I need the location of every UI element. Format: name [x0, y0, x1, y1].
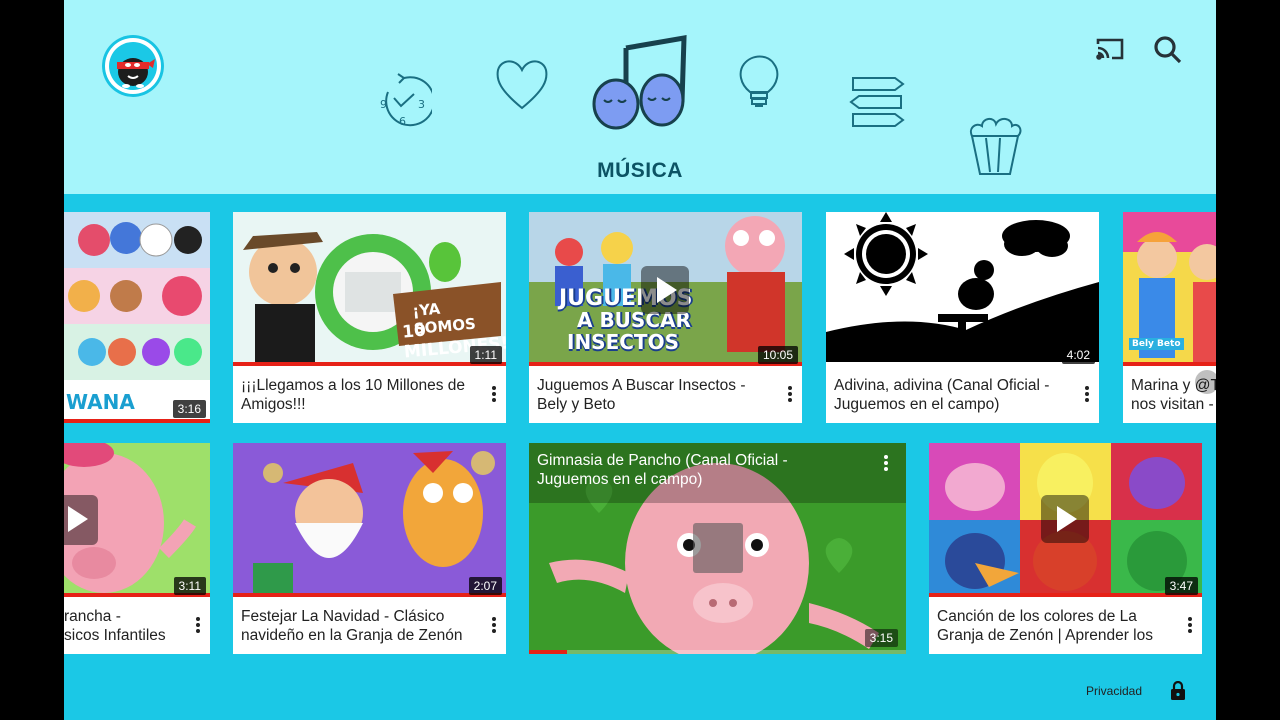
lightbulb-icon[interactable]	[736, 54, 782, 112]
more-options-icon[interactable]	[1085, 386, 1089, 402]
video-title[interactable]: Gimnasia de Pancho (Canal Oficial - Jugu…	[537, 451, 857, 489]
svg-text:3: 3	[418, 98, 425, 111]
more-options-icon[interactable]	[1188, 617, 1192, 633]
video-thumbnail: WANA 3:16	[64, 212, 210, 423]
video-title[interactable]: ¡¡¡Llegamos a los 10 Millones de Amigos!…	[241, 376, 479, 414]
video-thumbnail: 4:02	[826, 212, 1099, 366]
video-thumbnail: 3:47	[929, 443, 1202, 597]
video-duration: 3:47	[1164, 577, 1198, 595]
video-title[interactable]: rancha - sicos Infantiles	[64, 607, 194, 645]
music-notes-icon[interactable]	[592, 34, 690, 132]
thumbnail-text: INSECTOS	[567, 330, 679, 354]
video-card[interactable]: 3:47 Canción de los colores de La Granja…	[929, 443, 1202, 654]
more-options-icon[interactable]	[196, 617, 200, 633]
cast-icon[interactable]	[1094, 36, 1126, 62]
video-title[interactable]: Adivina, adivina (Canal Oficial - Juguem…	[834, 376, 1072, 414]
privacy-link[interactable]: Privacidad	[1086, 684, 1142, 698]
video-duration: 3:16	[172, 400, 206, 418]
video-thumbnail: JUGUEMOS A BUSCAR INSECTOS 10:05	[529, 212, 802, 366]
video-card[interactable]: 2:07 Festejar La Navidad - Clásico navid…	[233, 443, 506, 654]
play-icon[interactable]	[64, 495, 98, 545]
video-card[interactable]: 4:02 Adivina, adivina (Canal Oficial - J…	[826, 212, 1099, 423]
video-duration: 3:15	[864, 629, 898, 647]
video-thumbnail: 3:11	[64, 443, 210, 597]
more-options-icon[interactable]	[884, 455, 888, 473]
more-options-icon[interactable]	[788, 386, 792, 402]
scroll-indicator[interactable]	[1195, 370, 1216, 394]
profile-avatar[interactable]	[102, 35, 164, 97]
signpost-icon[interactable]	[849, 74, 905, 130]
video-duration: 3:11	[173, 577, 206, 595]
video-card[interactable]: Bely Beto Marina y @T nos visitan -	[1123, 212, 1216, 423]
video-title[interactable]: Juguemos A Buscar Insectos - Bely y Beto	[537, 376, 775, 414]
lock-icon[interactable]	[1170, 680, 1186, 701]
play-icon[interactable]	[641, 266, 689, 314]
svg-text:9: 9	[380, 98, 387, 111]
video-thumbnail: Bely Beto	[1123, 212, 1216, 366]
more-options-icon[interactable]	[492, 386, 496, 402]
play-icon[interactable]	[1041, 495, 1089, 543]
heart-icon[interactable]	[494, 56, 550, 112]
video-title[interactable]: Canción de los colores de La Granja de Z…	[937, 607, 1175, 645]
section-title: MÚSICA	[597, 159, 683, 182]
video-card[interactable]: 3:11 rancha - sicos Infantiles	[64, 443, 210, 654]
clock-icon[interactable]: 9 3 6	[374, 72, 436, 132]
channel-logo: Bely Beto	[1129, 338, 1184, 350]
video-duration: 2:07	[468, 577, 502, 595]
more-options-icon[interactable]	[492, 617, 496, 633]
video-card[interactable]: JUGUEMOS A BUSCAR INSECTOS 10:05 Juguemo…	[529, 212, 802, 423]
thumbnail-text: WANA	[66, 390, 135, 414]
video-thumbnail: ¡YA SOMOS 10 MILLONES! 1:11	[233, 212, 506, 366]
header: 9 3 6 MÚSICA	[64, 0, 1216, 194]
svg-text:6: 6	[399, 115, 406, 128]
search-icon[interactable]	[1152, 34, 1184, 66]
video-duration: 1:11	[469, 346, 502, 364]
video-title[interactable]: Festejar La Navidad - Clásico navideño e…	[241, 607, 479, 645]
video-duration: 10:05	[757, 346, 798, 364]
video-player-preview[interactable]: Gimnasia de Pancho (Canal Oficial - Jugu…	[529, 443, 906, 654]
loading-spinner-icon	[693, 523, 743, 573]
app-window: 9 3 6 MÚSICA WANA 3:16 ¡YA SOMOS 10 MILL…	[64, 0, 1216, 720]
video-duration: 4:02	[1061, 346, 1095, 364]
video-card[interactable]: WANA 3:16	[64, 212, 210, 423]
video-thumbnail: 2:07	[233, 443, 506, 597]
video-card[interactable]: ¡YA SOMOS 10 MILLONES! 1:11 ¡¡¡Llegamos …	[233, 212, 506, 423]
